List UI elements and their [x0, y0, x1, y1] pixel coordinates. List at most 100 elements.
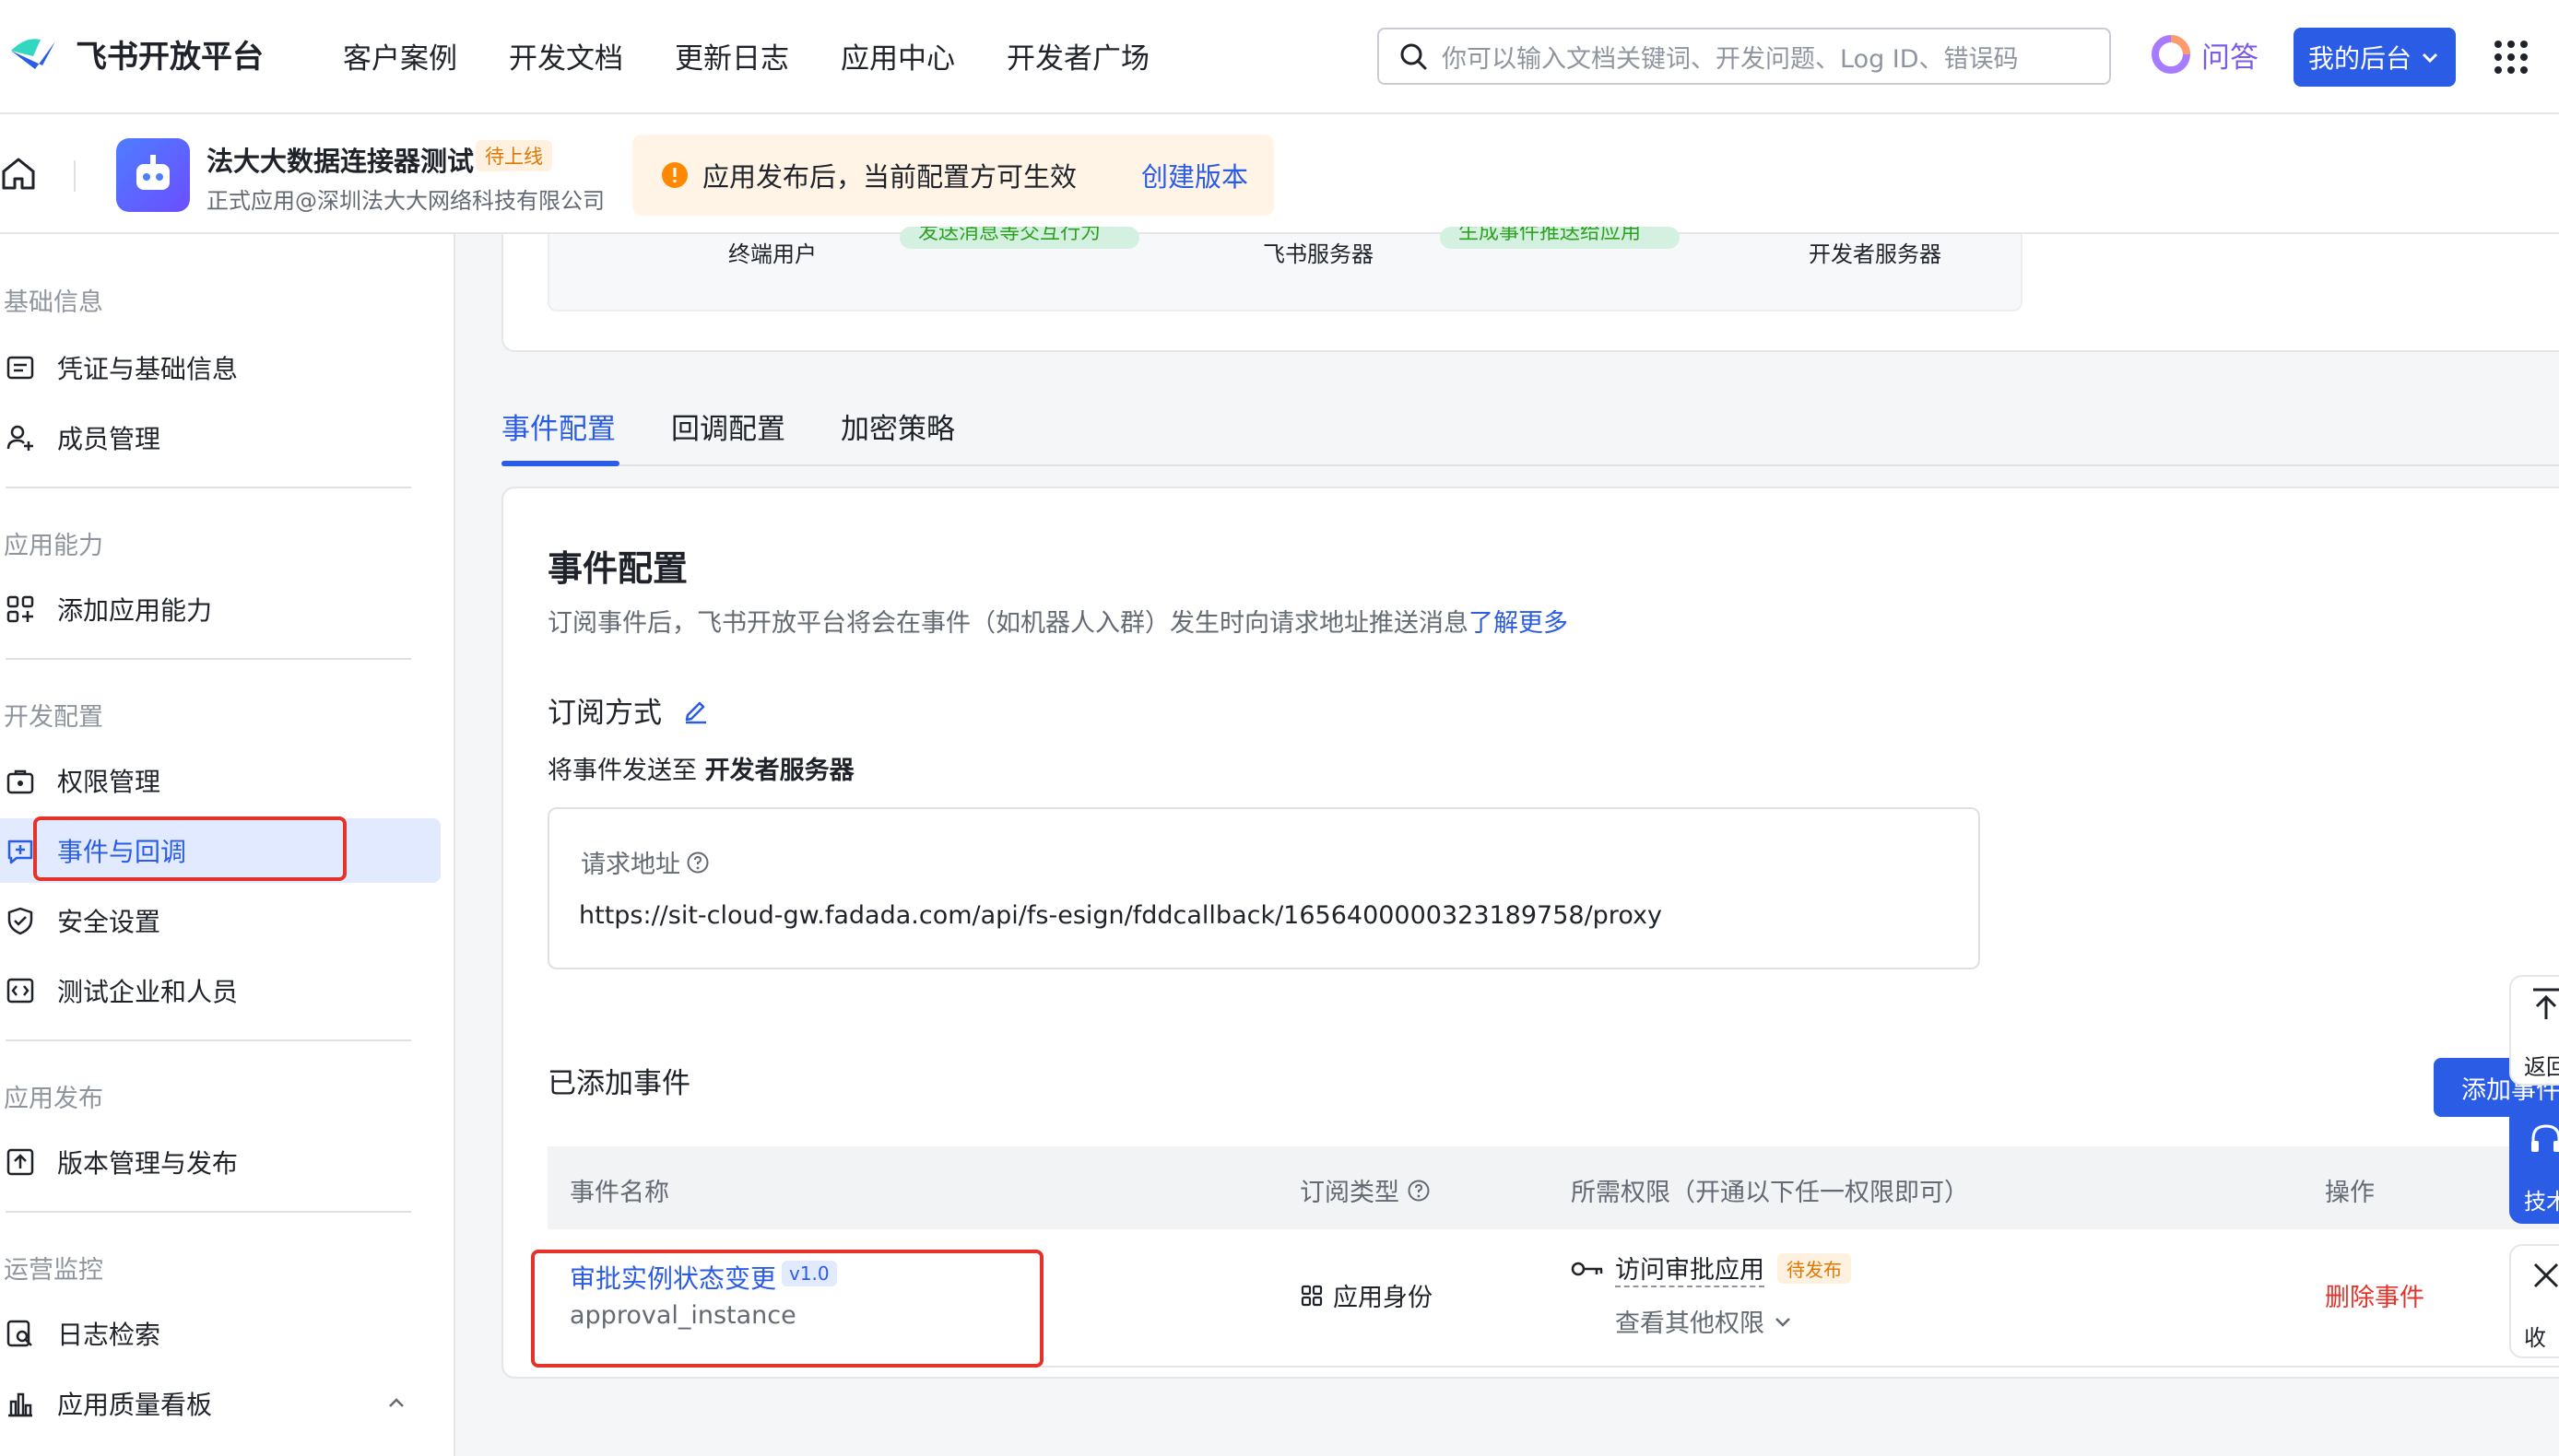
config-tabs: 事件配置 回调配置 加密策略 — [501, 396, 2559, 466]
sidebar-item-label: 凭证与基础信息 — [57, 354, 239, 384]
sidebar-item-members[interactable]: 成员管理 — [0, 405, 441, 470]
chevron-down-icon — [2422, 53, 2438, 64]
ai-ring-icon — [2152, 35, 2190, 74]
event-icon — [7, 840, 33, 864]
code-box-icon — [6, 978, 34, 1004]
th-actions: 操作 — [2325, 1179, 2375, 1207]
nav-customer-cases[interactable]: 客户案例 — [343, 35, 457, 76]
back-to-top-button[interactable]: 返回 — [2509, 975, 2559, 1086]
sidebar-item-add-capability[interactable]: 添加应用能力 — [0, 577, 441, 641]
view-other-permissions[interactable]: 查看其他权限 — [1615, 1303, 1794, 1339]
sidebar-item-label: 日志检索 — [57, 1320, 161, 1350]
help-icon[interactable] — [686, 851, 710, 875]
event-config-card: 事件配置 订阅事件后，飞书开放平台将会在事件（如机器人入群）发生时向请求地址推送… — [501, 487, 2559, 1379]
th-permissions: 所需权限（开通以下任一权限即可） — [1571, 1179, 1969, 1207]
event-config-desc: 订阅事件后，飞书开放平台将会在事件（如机器人入群）发生时向请求地址推送消息了解更… — [548, 609, 1568, 638]
nav-changelog[interactable]: 更新日志 — [675, 35, 789, 76]
id-card-icon — [6, 356, 34, 380]
sidebar-item-label: 成员管理 — [57, 424, 161, 454]
help-icon[interactable] — [1407, 1179, 1431, 1203]
diagram-pill: 发送消息等交互行为 — [900, 227, 1139, 249]
diagram-pill: 生成事件推送给应用 — [1440, 227, 1680, 249]
sidebar-item-permissions[interactable]: 权限管理 — [0, 748, 441, 813]
delete-event-button[interactable]: 删除事件 — [2325, 1277, 2424, 1313]
chevron-up-icon[interactable] — [385, 1392, 407, 1415]
app-org: 正式应用@深圳法大大网络科技有限公司 — [206, 188, 605, 214]
sidebar-item-credentials[interactable]: 凭证与基础信息 — [0, 335, 441, 400]
user-add-icon — [6, 425, 33, 451]
chevron-down-icon — [1775, 1317, 1790, 1327]
bar-chart-icon — [8, 1392, 32, 1417]
back-label: 返回 — [2524, 1054, 2559, 1080]
app-name: 法大大数据连接器测试 — [206, 146, 475, 177]
my-console-label: 我的后台 — [2307, 43, 2412, 74]
tech-support-button[interactable]: 技术 — [2509, 1106, 2559, 1224]
flow-card: 终端用户 发送消息等交互行为 飞书服务器 生成事件推送给应用 开发者服务器 — [501, 227, 2559, 352]
sidebar-item-security[interactable]: 安全设置 — [0, 888, 441, 953]
warning-icon — [662, 162, 688, 188]
collapse-label: 收 — [2524, 1325, 2546, 1351]
sidebar-section-dev: 开发配置 — [4, 703, 103, 732]
sidebar-divider — [6, 658, 411, 660]
highlight-box-event — [531, 1250, 1044, 1368]
permission-name[interactable]: 访问审批应用 — [1615, 1250, 1764, 1287]
highlight-box-sidebar — [33, 816, 347, 881]
ask-button[interactable]: 问答 — [2150, 33, 2258, 76]
create-version-link[interactable]: 创建版本 — [1141, 156, 1248, 194]
nav-docs[interactable]: 开发文档 — [509, 35, 623, 76]
nav-app-center[interactable]: 应用中心 — [841, 35, 955, 76]
diagram-label-end-user: 终端用户 — [728, 241, 817, 267]
my-console-button[interactable]: 我的后台 — [2294, 28, 2456, 87]
tab-callback-config[interactable]: 回调配置 — [671, 405, 785, 447]
search-input[interactable]: 你可以输入文档关键词、开发问题、Log ID、错误码 — [1377, 28, 2111, 85]
log-search-icon — [6, 1320, 32, 1347]
learn-more-link[interactable]: 了解更多 — [1468, 609, 1568, 638]
shield-icon — [7, 907, 33, 935]
apps-icon — [1301, 1285, 1323, 1306]
diagram-label-dev-server: 开发者服务器 — [1809, 241, 1941, 267]
request-url-value[interactable]: https://sit-cloud-gw.fadada.com/api/fs-e… — [579, 901, 1662, 930]
app-status-badge: 待上线 — [476, 140, 552, 171]
home-icon[interactable] — [0, 155, 37, 192]
sidebar-item-label: 权限管理 — [57, 767, 161, 797]
sidebar-item-quality-board[interactable]: 应用质量看板 — [0, 1371, 441, 1436]
th-subscribe-type: 订阅类型 — [1300, 1172, 1431, 1208]
events-table-header: 事件名称 订阅类型 所需权限（开通以下任一权限即可） 操作 — [548, 1146, 2559, 1229]
main-nav: 客户案例 开发文档 更新日志 应用中心 开发者广场 — [343, 35, 1201, 76]
active-tab-indicator — [501, 461, 619, 466]
upload-box-icon — [6, 1148, 34, 1176]
sidebar-item-label: 测试企业和人员 — [57, 977, 239, 1007]
search-icon — [1400, 43, 1427, 70]
sidebar-divider — [6, 1039, 411, 1041]
request-url-label: 请求地址 — [581, 844, 710, 880]
feishu-logo-icon — [11, 38, 55, 69]
collapse-button[interactable]: 收 — [2509, 1244, 2559, 1358]
brand-name: 飞书开放平台 — [76, 39, 264, 76]
sidebar-divider — [6, 1211, 411, 1213]
ask-label: 问答 — [2201, 41, 2258, 75]
sidebar-divider — [6, 487, 411, 488]
robot-icon — [136, 155, 170, 190]
divider — [74, 160, 76, 192]
app-avatar — [116, 138, 190, 212]
lock-box-icon — [6, 769, 34, 794]
sidebar-item-label: 版本管理与发布 — [57, 1148, 239, 1179]
sidebar-item-test-org[interactable]: 测试企业和人员 — [0, 958, 441, 1023]
subscribe-method: 订阅方式 — [548, 689, 710, 731]
publish-notice: 应用发布后，当前配置方可生效 创建版本 — [632, 135, 1274, 216]
sidebar-item-versions[interactable]: 版本管理与发布 — [0, 1130, 441, 1194]
subscribe-method-title: 订阅方式 — [548, 697, 662, 730]
sidebar-item-label: 添加应用能力 — [57, 595, 213, 626]
headset-icon — [2531, 1124, 2559, 1152]
apps-add-icon — [6, 595, 34, 623]
brand-logo[interactable]: 飞书开放平台 — [7, 31, 264, 76]
nav-developer-plaza[interactable]: 开发者广场 — [1007, 35, 1150, 76]
tab-event-config[interactable]: 事件配置 — [501, 405, 616, 447]
sidebar-item-label: 应用质量看板 — [57, 1390, 213, 1420]
key-icon — [1571, 1262, 1603, 1275]
tab-encryption[interactable]: 加密策略 — [841, 405, 955, 447]
th-event-name: 事件名称 — [570, 1179, 669, 1207]
edit-icon[interactable] — [682, 697, 710, 724]
sidebar-item-log-search[interactable]: 日志检索 — [0, 1301, 441, 1366]
apps-grid-icon[interactable] — [2493, 39, 2530, 76]
